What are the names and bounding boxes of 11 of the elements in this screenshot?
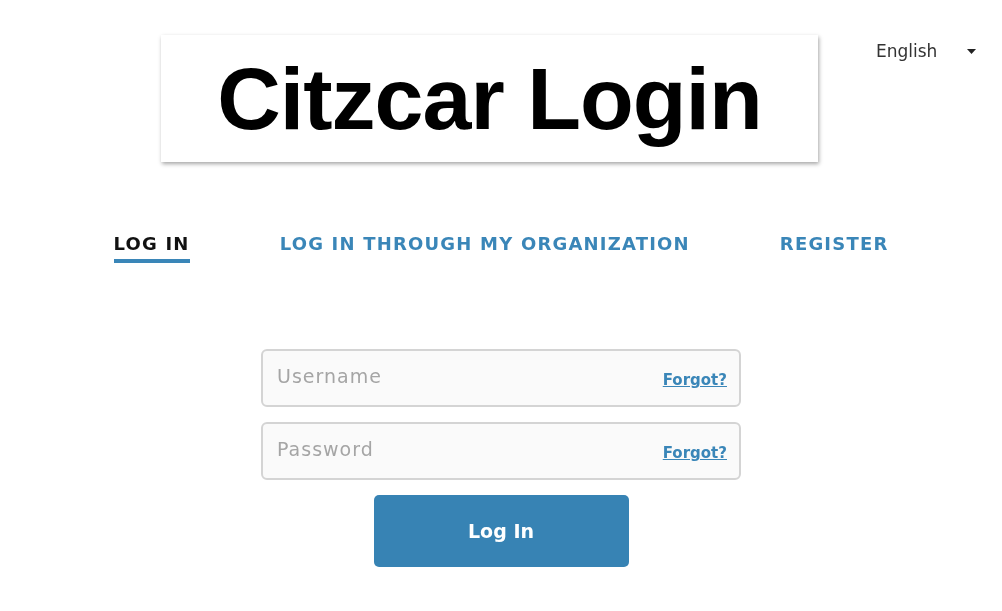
login-button[interactable]: Log In — [373, 495, 629, 567]
language-select[interactable]: English — [876, 41, 977, 61]
forgot-link[interactable]: Forgot? — [662, 371, 727, 389]
tab[interactable]: REGISTER — [779, 233, 889, 263]
tab[interactable]: LOG IN — [113, 233, 190, 263]
input-field[interactable]: Username Forgot? — [261, 349, 741, 407]
tab[interactable]: LOG IN THROUGH MY ORGANIZATION — [279, 233, 690, 263]
forgot-link[interactable]: Forgot? — [662, 444, 727, 462]
logo-title: Citzcar Login — [161, 35, 818, 162]
input-field[interactable]: Password Forgot? — [261, 422, 741, 480]
caret-icon — [967, 48, 977, 54]
